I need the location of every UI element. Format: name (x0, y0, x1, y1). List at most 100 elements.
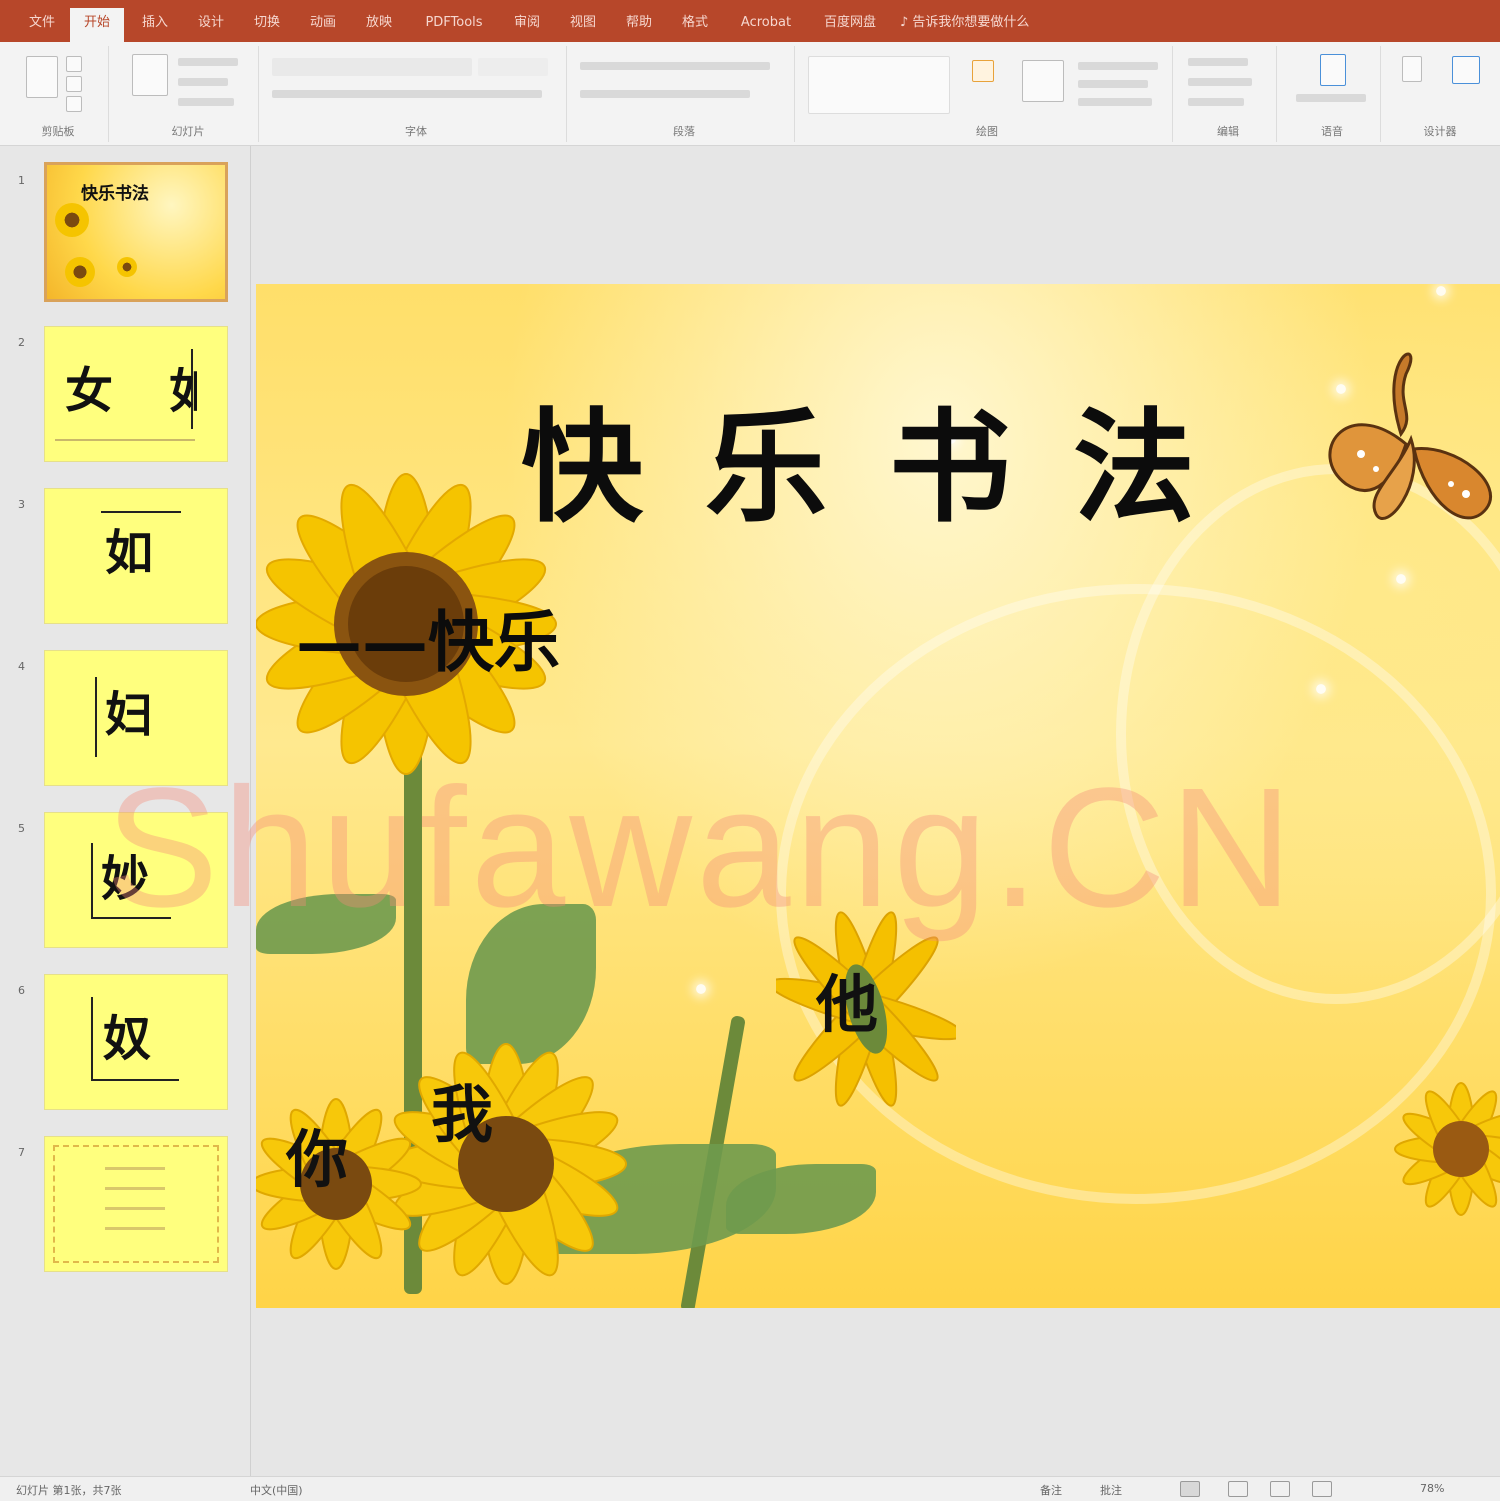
thumbnail-slide-3[interactable]: 如 (44, 488, 228, 624)
ribbon-group-label: 编辑 (1217, 125, 1239, 138)
paste-icon[interactable] (26, 56, 58, 98)
sparkle (1396, 574, 1406, 584)
flower-character-right[interactable]: 他 (816, 974, 878, 1036)
copy-icon[interactable] (66, 76, 82, 92)
font-name-select[interactable] (272, 58, 472, 76)
thumbnail-rule (95, 677, 97, 757)
current-slide[interactable]: 快乐书法 ——快乐 你 我 他 (256, 284, 1500, 1308)
thumbnail-rule (55, 439, 195, 441)
tab-view[interactable]: 视图 (560, 8, 606, 42)
leaf (256, 894, 396, 954)
ribbon-group-font: 字体 (266, 46, 567, 142)
sunflower-image (55, 203, 89, 237)
font-size-select[interactable] (478, 58, 548, 76)
sunflower-right (1394, 1082, 1500, 1216)
thumbnail-number: 3 (18, 498, 25, 511)
normal-view-icon[interactable] (1180, 1481, 1200, 1497)
sensitivity-icon[interactable] (1402, 56, 1422, 82)
thumbnail-slide-7[interactable] (44, 1136, 228, 1272)
slide-counter: 幻灯片 第1张，共7张 (16, 1484, 122, 1497)
replace-button[interactable] (1188, 78, 1252, 86)
list-buttons[interactable] (580, 62, 770, 70)
tab-slideshow[interactable]: 放映 (356, 8, 402, 42)
thumbnail-character: 奴 (103, 1011, 152, 1067)
thumbnail-slide-6[interactable]: 奴 (44, 974, 228, 1110)
thumbnail-slide-1[interactable]: 快乐书法 (44, 162, 228, 302)
align-buttons[interactable] (580, 90, 750, 98)
ribbon-group-clipboard: 剪贴板 (8, 46, 109, 142)
tab-help[interactable]: 帮助 (616, 8, 662, 42)
thumbnail-number: 5 (18, 822, 25, 835)
thumbnail-slide-5[interactable]: 妙 (44, 812, 228, 948)
tab-review[interactable]: 审阅 (504, 8, 550, 42)
butterfly-image (1328, 352, 1493, 520)
quick-styles-icon[interactable] (1022, 60, 1064, 102)
slide-thumbnail-pane: 1 快乐书法 2 女 如 3 如 4 妇 5 妙 6 奴 7 (0, 146, 251, 1476)
reading-view-icon[interactable] (1270, 1481, 1290, 1497)
zoom-level[interactable]: 78% (1420, 1482, 1444, 1495)
tell-me-search[interactable]: ♪ 告诉我你想要做什么 (900, 8, 1029, 42)
thumbnail-character: 妇 (105, 687, 154, 743)
ribbon-group-slides: 幻灯片 (118, 46, 259, 142)
find-button[interactable] (1188, 58, 1248, 66)
ribbon-tab-bar: 文件 开始 插入 设计 切换 动画 放映 PDFTools 审阅 视图 帮助 格… (0, 0, 1500, 42)
thumbnail-rule (91, 997, 93, 1081)
tab-pdftools[interactable]: PDFTools (412, 8, 496, 42)
shapes-gallery[interactable] (808, 56, 950, 114)
tab-acrobat[interactable]: Acrobat (728, 8, 804, 42)
slideshow-icon[interactable] (1312, 1481, 1332, 1497)
slide-sorter-icon[interactable] (1228, 1481, 1248, 1497)
ribbon-group-drawing: 绘图 (802, 46, 1173, 142)
ribbon-group-label: 字体 (405, 125, 427, 138)
format-painter-icon[interactable] (66, 96, 82, 112)
thumbnail-slide-2[interactable]: 女 如 (44, 326, 228, 462)
slide-title[interactable]: 快乐书法 (521, 369, 1257, 546)
tab-home[interactable]: 开始 (70, 8, 124, 42)
ribbon-group-paragraph: 段落 (574, 46, 795, 142)
section-button[interactable] (178, 98, 234, 106)
new-slide-icon[interactable] (132, 54, 168, 96)
ribbon-group-label: 幻灯片 (171, 125, 205, 138)
sparkle (1316, 684, 1326, 694)
thumbnail-rule (91, 917, 171, 919)
reset-button[interactable] (178, 78, 228, 86)
tab-baidu[interactable]: 百度网盘 (812, 8, 888, 42)
tab-design[interactable]: 设计 (188, 8, 234, 42)
ribbon-group-designer: 设计器 (1388, 46, 1492, 142)
thumbnail-number: 4 (18, 660, 25, 673)
sparkle (1436, 286, 1446, 296)
cut-icon[interactable] (66, 56, 82, 72)
font-format-buttons[interactable] (272, 90, 542, 98)
sunflower-image (65, 257, 95, 287)
layout-button[interactable] (178, 58, 238, 66)
thumbnail-number: 1 (18, 174, 25, 187)
language-indicator[interactable]: 中文(中国) (250, 1482, 303, 1498)
flower-character-middle[interactable]: 我 (431, 1084, 493, 1146)
select-button[interactable] (1188, 98, 1244, 106)
thumbnail-slide-4[interactable]: 妇 (44, 650, 228, 786)
shape-outline-button[interactable] (1078, 80, 1148, 88)
thumbnail-character: 如 (169, 367, 197, 415)
tab-transitions[interactable]: 切换 (244, 8, 290, 42)
thumbnail-text-line (105, 1207, 165, 1210)
tab-animations[interactable]: 动画 (300, 8, 346, 42)
dictate-button[interactable] (1296, 94, 1366, 102)
thumbnail-rule (101, 511, 181, 513)
tab-file[interactable]: 文件 (20, 8, 64, 42)
thumbnail-frame (53, 1145, 219, 1263)
design-ideas-icon[interactable] (1452, 56, 1480, 84)
slide-subtitle[interactable]: ——快乐 (296, 589, 560, 685)
sunflower-image (117, 257, 137, 277)
tab-format[interactable]: 格式 (672, 8, 718, 42)
tab-insert[interactable]: 插入 (132, 8, 178, 42)
thumbnail-number: 2 (18, 336, 25, 349)
notes-button[interactable]: 备注 (1040, 1482, 1062, 1498)
thumbnail-number: 6 (18, 984, 25, 997)
comments-button[interactable]: 批注 (1100, 1482, 1122, 1498)
thumbnail-rule (91, 843, 93, 919)
shape-effects-button[interactable] (1078, 98, 1152, 106)
shape-fill-button[interactable] (1078, 62, 1158, 70)
dictate-icon[interactable] (1320, 54, 1346, 86)
flower-character-left[interactable]: 你 (286, 1129, 348, 1191)
arrange-icon[interactable] (972, 60, 994, 82)
